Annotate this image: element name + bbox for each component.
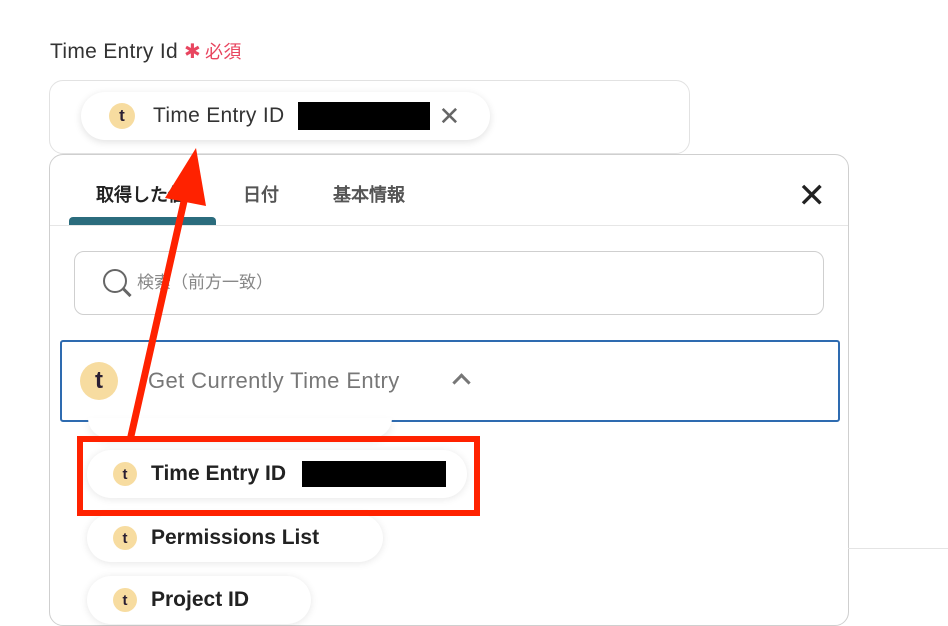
annotation-arrow xyxy=(127,148,206,440)
